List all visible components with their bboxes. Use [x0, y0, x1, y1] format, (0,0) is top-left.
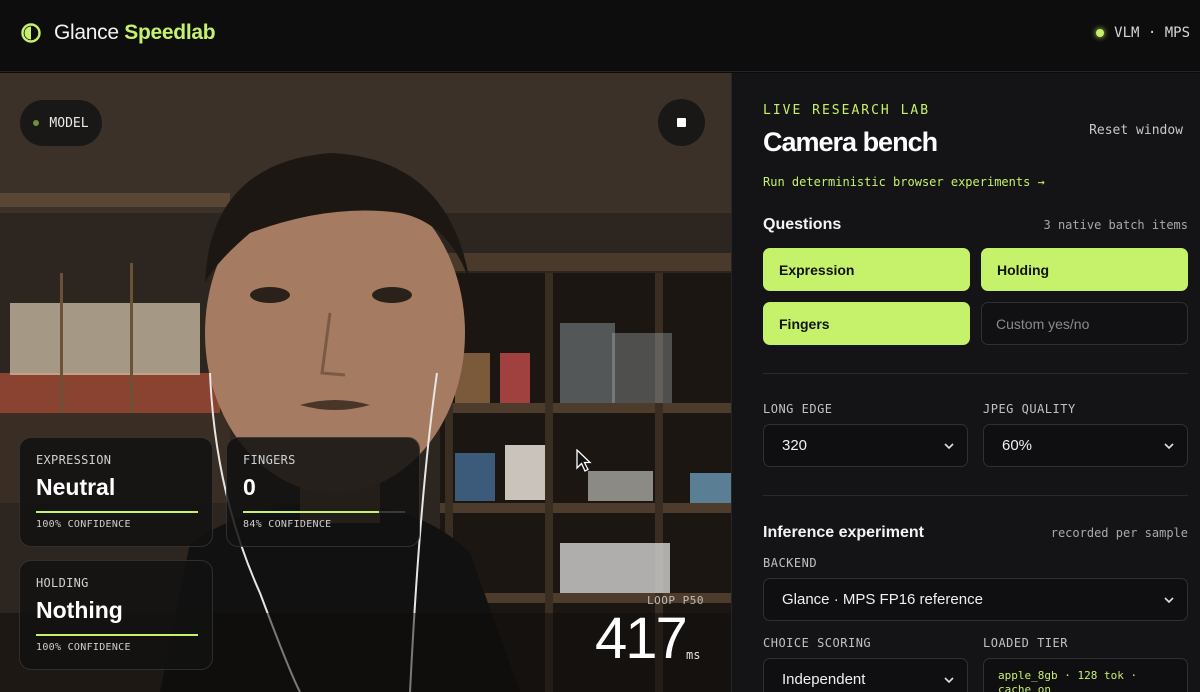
result-card-expression: EXPRESSION Neutral 100% CONFIDENCE: [19, 437, 213, 547]
questions-note: 3 native batch items: [1043, 218, 1189, 232]
chevron-down-icon: [944, 677, 954, 684]
brand-title: Glance Speedlab: [54, 21, 216, 45]
choice-scoring-value: Independent: [782, 671, 866, 688]
model-toggle[interactable]: MODEL: [20, 100, 102, 146]
confidence-bar: [36, 511, 198, 513]
question-expression-button[interactable]: Expression: [763, 248, 970, 291]
jpeg-quality-value: 60%: [1002, 437, 1033, 454]
divider: [763, 495, 1188, 496]
divider: [763, 373, 1188, 374]
mouse-cursor-icon: [576, 449, 592, 472]
jpeg-quality-select[interactable]: 60%: [983, 424, 1188, 467]
card-label: HOLDING: [36, 576, 89, 590]
confidence-bar: [36, 634, 198, 636]
loaded-tier-value: apple_8gb · 128 tok · cache on: [983, 658, 1188, 692]
question-holding-button[interactable]: Holding: [981, 248, 1188, 291]
question-fingers-button[interactable]: Fingers: [763, 302, 970, 345]
chevron-down-icon: [944, 443, 954, 450]
questions-title: Questions: [763, 216, 842, 233]
card-value: 0: [243, 474, 256, 500]
long-edge-select[interactable]: 320: [763, 424, 968, 467]
confidence-bar-fill: [243, 511, 380, 513]
half-moon-logo-icon: [21, 23, 41, 43]
status-text: VLM · MPS: [1114, 25, 1190, 41]
confidence-text: 100% CONFIDENCE: [36, 642, 131, 653]
reset-window-button[interactable]: Reset window: [1089, 123, 1183, 138]
confidence-text: 100% CONFIDENCE: [36, 519, 131, 530]
chevron-down-icon: [1164, 597, 1174, 604]
confidence-bar-fill: [36, 511, 198, 513]
card-value: Neutral: [36, 474, 116, 500]
model-status-dot-icon: [33, 120, 40, 126]
app-header: Glance Speedlab VLM · MPS: [0, 0, 1200, 72]
stop-button[interactable]: [658, 99, 705, 146]
result-card-holding: HOLDING Nothing 100% CONFIDENCE: [19, 560, 213, 670]
inference-note: recorded per sample: [1050, 526, 1188, 540]
loop-p50-value: 417: [595, 606, 688, 671]
result-card-fingers: FINGERS 0 84% CONFIDENCE: [226, 437, 420, 547]
long-edge-label: LONG EDGE: [763, 402, 833, 416]
stop-icon: [677, 118, 686, 127]
long-edge-value: 320: [782, 437, 808, 454]
confidence-bar: [243, 511, 405, 513]
choice-scoring-label: CHOICE SCORING: [763, 636, 872, 650]
status-dot-icon: [1096, 29, 1105, 37]
card-label: EXPRESSION: [36, 453, 112, 467]
backend-label: BACKEND: [763, 556, 818, 570]
backend-value: Glance · MPS FP16 reference: [782, 591, 983, 608]
confidence-bar-fill: [36, 634, 198, 636]
control-panel: LIVE RESEARCH LAB Camera bench Reset win…: [731, 73, 1200, 692]
page-title: Camera bench: [763, 127, 938, 157]
chevron-down-icon: [1164, 443, 1174, 450]
choice-scoring-select[interactable]: Independent: [763, 658, 968, 692]
card-label: FINGERS: [243, 453, 296, 467]
inference-title: Inference experiment: [763, 524, 924, 541]
run-experiments-link[interactable]: Run deterministic browser experiments →: [763, 175, 1045, 189]
loaded-tier-label: LOADED TIER: [983, 636, 1068, 650]
brand-name: Glance: [54, 21, 119, 44]
custom-question-input[interactable]: [981, 302, 1188, 345]
camera-feed: MODEL EXPRESSION Neutral 100% CONFIDENCE…: [0, 73, 731, 692]
card-value: Nothing: [36, 597, 123, 623]
loop-p50-unit: ms: [686, 648, 701, 662]
backend-select[interactable]: Glance · MPS FP16 reference: [763, 578, 1188, 621]
confidence-text: 84% CONFIDENCE: [243, 519, 332, 530]
backend-status: VLM · MPS: [1096, 25, 1190, 41]
jpeg-quality-label: JPEG QUALITY: [983, 402, 1076, 416]
brand-accent: Speedlab: [124, 21, 216, 44]
panel-eyebrow: LIVE RESEARCH LAB: [763, 103, 931, 118]
model-label: MODEL: [49, 115, 89, 131]
